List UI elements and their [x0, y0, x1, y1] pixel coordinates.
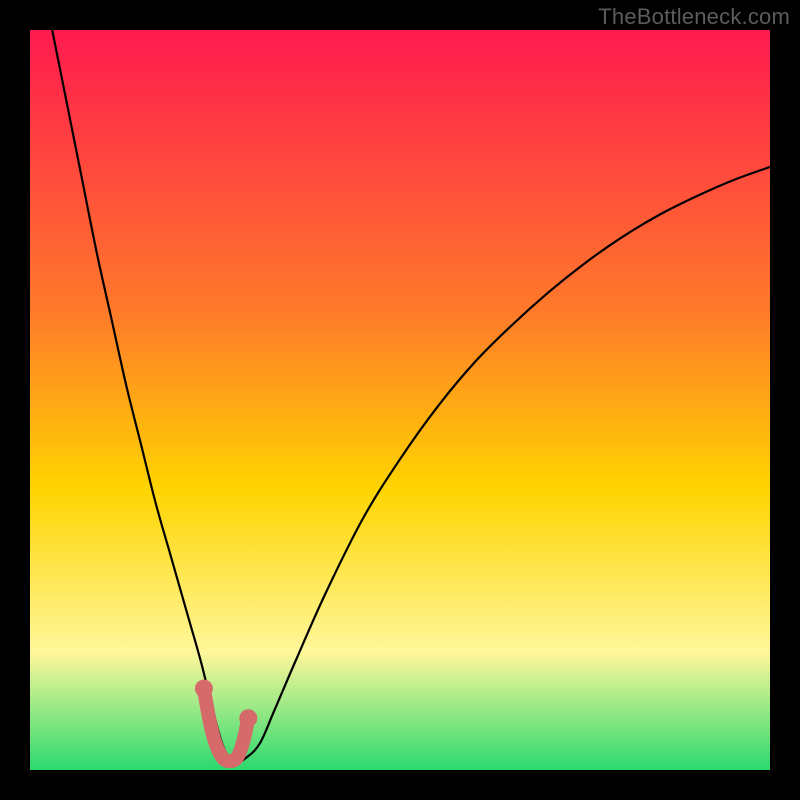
outer-frame: TheBottleneck.com [0, 0, 800, 800]
highlight-endpoint-right [239, 709, 257, 727]
plot-area [30, 30, 770, 770]
gradient-background [30, 30, 770, 770]
highlight-endpoint-left [195, 680, 213, 698]
bottleneck-chart [30, 30, 770, 770]
watermark-text: TheBottleneck.com [598, 4, 790, 30]
